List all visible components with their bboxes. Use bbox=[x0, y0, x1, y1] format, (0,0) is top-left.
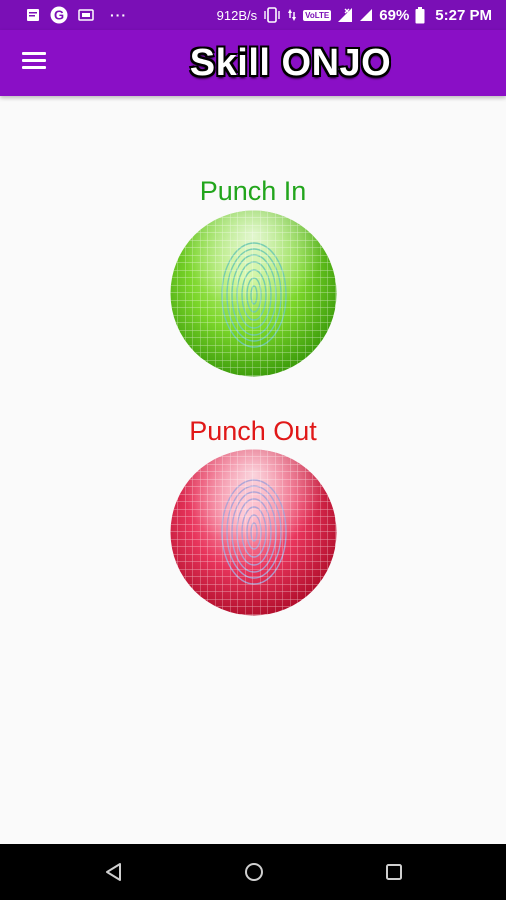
punch-in-button[interactable] bbox=[170, 210, 337, 377]
more-notifications-indicator: ··· bbox=[110, 7, 127, 23]
notification-message-icon bbox=[27, 9, 39, 21]
volte-badge: VoLTE bbox=[303, 9, 332, 21]
image-notification-icon bbox=[78, 9, 94, 21]
fingerprint-icon bbox=[170, 210, 337, 377]
punch-out-label: Punch Out bbox=[189, 416, 317, 446]
system-navigation-bar bbox=[0, 844, 506, 900]
back-button[interactable] bbox=[100, 858, 128, 886]
home-button[interactable] bbox=[240, 858, 268, 886]
network-speed: 912B/s bbox=[216, 7, 258, 23]
punch-in-label: Punch In bbox=[199, 176, 307, 206]
punch-out-button[interactable] bbox=[170, 449, 337, 616]
svg-text:G: G bbox=[54, 8, 64, 23]
home-circle-icon bbox=[245, 863, 263, 881]
data-transfer-icon bbox=[288, 9, 297, 21]
vibrate-icon bbox=[264, 7, 280, 23]
google-icon: G bbox=[50, 6, 68, 24]
fingerprint-icon bbox=[170, 449, 337, 616]
recents-button[interactable] bbox=[380, 858, 408, 886]
status-bar: G ··· 912B/s VoLTE 69% 5:27 PM bbox=[0, 0, 506, 30]
battery-icon bbox=[415, 6, 425, 23]
signal-strength-icon-sim2 bbox=[360, 9, 373, 21]
battery-percentage: 69% bbox=[379, 6, 410, 24]
signal-strength-icon-sim1 bbox=[338, 8, 353, 22]
recents-square-icon bbox=[386, 864, 402, 880]
app-bar: Skill ONJO bbox=[0, 30, 506, 96]
clock: 5:27 PM bbox=[435, 6, 492, 24]
app-title: Skill ONJO bbox=[189, 42, 392, 84]
back-triangle-icon bbox=[106, 863, 121, 881]
